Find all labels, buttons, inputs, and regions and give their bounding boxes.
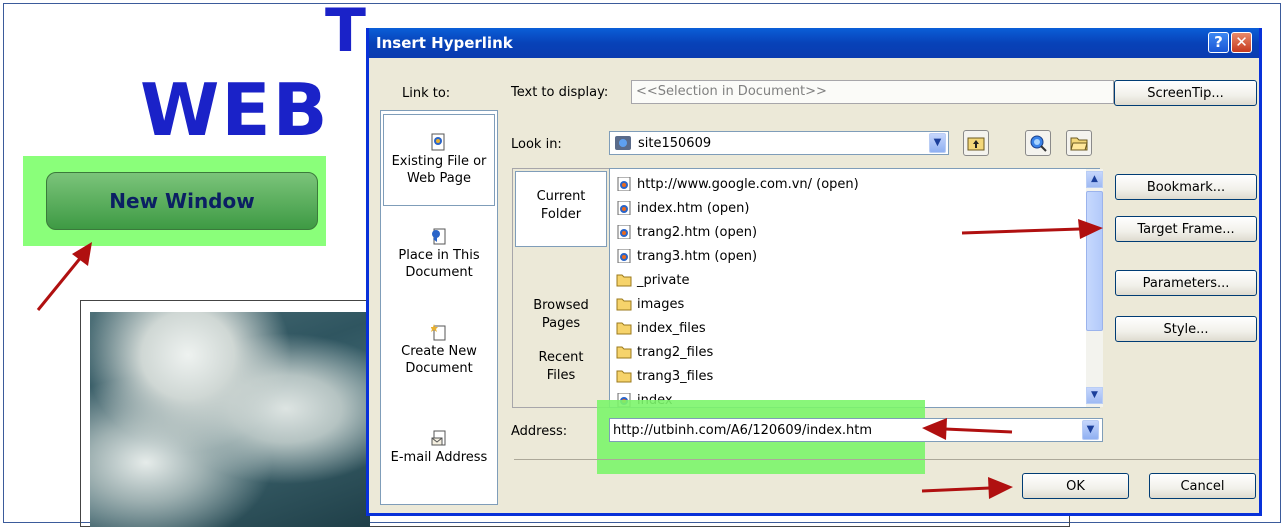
file-row[interactable]: _private [616, 268, 689, 292]
cancel-button[interactable]: Cancel [1149, 473, 1256, 499]
dialog-title: Insert Hyperlink [376, 34, 513, 52]
file-row[interactable]: http://www.google.com.vn/ (open) [616, 172, 859, 196]
chevron-down-icon[interactable]: ▼ [929, 133, 946, 153]
link-to-existing-file-label: Existing File or Web Page [391, 154, 487, 186]
file-name: http://www.google.com.vn/ (open) [637, 176, 859, 192]
text-to-display-field[interactable]: <<Selection in Document>> [631, 80, 1114, 104]
scroll-thumb[interactable] [1086, 191, 1103, 331]
link-to-place-in-document[interactable]: Place in This Document [381, 227, 497, 281]
ok-button[interactable]: OK [1022, 473, 1129, 499]
web-page-icon [617, 201, 631, 215]
address-combo[interactable]: http://utbinh.com/A6/120609/index.htm ▼ [609, 418, 1103, 442]
file-row[interactable]: trang3.htm (open) [616, 244, 757, 268]
file-list-scrollbar[interactable]: ▲ ▼ [1086, 169, 1103, 407]
folder-icon [616, 274, 632, 287]
red-arrow-target-frame [960, 219, 1105, 243]
existing-file-icon [431, 133, 445, 151]
current-folder-tab[interactable]: Current Folder [515, 171, 607, 247]
up-one-folder-button[interactable] [963, 130, 989, 156]
address-value: http://utbinh.com/A6/120609/index.htm [613, 423, 873, 438]
file-name: trang3_files [637, 368, 714, 384]
recent-files-label: Recent Files [538, 350, 584, 383]
page-heading-fragment: T [325, 0, 368, 66]
file-row[interactable]: images [616, 292, 684, 316]
file-name: trang2_files [637, 344, 714, 360]
red-arrow-ok [920, 477, 1015, 501]
bookmark-button[interactable]: Bookmark... [1115, 174, 1257, 200]
place-in-document-icon [432, 228, 446, 245]
open-folder-icon [1070, 137, 1088, 151]
browse-web-icon [1030, 135, 1047, 152]
file-row[interactable]: trang2.htm (open) [616, 220, 757, 244]
look-in-combo[interactable]: site150609 ▼ [609, 131, 949, 155]
link-to-pane: Existing File or Web Page Place in This … [380, 110, 498, 505]
target-frame-button[interactable]: Target Frame... [1115, 216, 1257, 242]
browse-web-button[interactable] [1025, 130, 1051, 156]
link-to-create-new-document-label: Create New Document [401, 344, 477, 376]
link-to-label: Link to: [402, 86, 451, 101]
email-icon [431, 430, 446, 446]
file-row[interactable]: index.htm (open) [616, 196, 749, 220]
link-to-existing-file[interactable]: Existing File or Web Page [383, 114, 495, 206]
file-list: http://www.google.com.vn/ (open) index.ht… [609, 168, 1100, 408]
link-to-create-new-document[interactable]: Create New Document [381, 323, 497, 377]
file-name: images [637, 296, 685, 312]
browse-nav: Current Folder Browsed Pages Recent File… [512, 168, 610, 408]
browse-file-button[interactable] [1066, 130, 1092, 156]
close-button[interactable]: ✕ [1231, 32, 1252, 53]
dialog-titlebar[interactable]: Insert Hyperlink ? ✕ [369, 28, 1259, 58]
page-heading-web: WEB [140, 68, 330, 152]
help-button[interactable]: ? [1208, 32, 1229, 53]
link-to-place-in-document-label: Place in This Document [398, 248, 480, 280]
look-in-label: Look in: [511, 137, 562, 152]
folder-icon [616, 370, 632, 383]
recent-files-tab[interactable]: Recent Files [513, 349, 609, 385]
link-to-email-address[interactable]: E-mail Address [381, 429, 497, 466]
web-page-icon [617, 177, 631, 191]
file-row[interactable]: trang2_files [616, 340, 713, 364]
style-button[interactable]: Style... [1115, 316, 1257, 342]
web-page-icon [617, 225, 631, 239]
look-in-value: site150609 [638, 136, 712, 151]
link-to-email-address-label: E-mail Address [390, 450, 488, 465]
file-name: index.htm (open) [637, 200, 750, 216]
chevron-down-icon[interactable]: ▼ [1082, 420, 1099, 440]
folder-icon [616, 346, 632, 359]
browsed-pages-label: Browsed Pages [533, 298, 589, 331]
web-folder-icon [615, 136, 631, 150]
scroll-down-icon[interactable]: ▼ [1086, 387, 1103, 404]
folder-icon [616, 322, 632, 335]
red-arrow-address [920, 418, 1015, 442]
file-row[interactable]: trang3_files [616, 364, 713, 388]
file-name: trang3.htm (open) [637, 248, 758, 264]
file-name: trang2.htm (open) [637, 224, 758, 240]
scroll-up-icon[interactable]: ▲ [1086, 171, 1103, 188]
folder-icon [616, 298, 632, 311]
current-folder-label: Current Folder [536, 189, 586, 222]
web-page-icon [617, 249, 631, 263]
browsed-pages-tab[interactable]: Browsed Pages [513, 297, 609, 333]
file-name: _private [637, 272, 690, 288]
ocean-photo [90, 312, 370, 527]
screentip-button[interactable]: ScreenTip... [1114, 80, 1257, 106]
red-arrow-new-window [30, 236, 105, 316]
up-folder-icon [967, 137, 985, 151]
address-label: Address: [511, 424, 568, 439]
insert-hyperlink-dialog: Insert Hyperlink ? ✕ Link to: Existing F… [366, 28, 1262, 516]
parameters-button[interactable]: Parameters... [1115, 270, 1257, 296]
file-row[interactable]: index_files [616, 316, 706, 340]
text-to-display-label: Text to display: [511, 85, 609, 100]
create-document-icon [431, 324, 446, 341]
file-name: index_files [637, 320, 706, 336]
new-window-button[interactable]: New Window [46, 172, 318, 230]
separator [514, 459, 1259, 460]
